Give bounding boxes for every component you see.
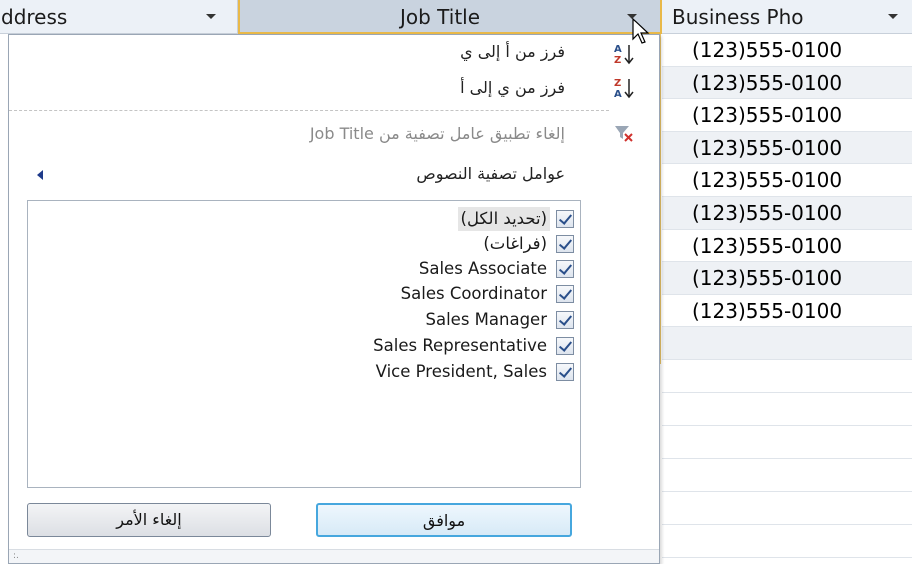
svg-text:Z: Z	[614, 55, 621, 66]
table-cell-empty	[662, 360, 912, 394]
business-phone-column: (123)555-0100 (123)555-0100 (123)555-010…	[662, 34, 912, 559]
checkbox[interactable]	[556, 210, 574, 228]
list-item-select-all[interactable]: (تحديد الكل)	[457, 207, 574, 231]
table-cell[interactable]: (123)555-0100	[662, 164, 912, 197]
clear-filter-item[interactable]: إلغاء تطبيق عامل تصفية من Job Title	[310, 119, 565, 149]
column-header-business-phone[interactable]: Business Pho	[662, 0, 912, 34]
table-cell-new[interactable]	[662, 327, 912, 361]
sort-descending-item[interactable]: فرز من ي إلى أ	[460, 73, 565, 103]
svg-text:A: A	[614, 44, 622, 55]
dropdown-arrow-icon[interactable]	[206, 14, 216, 19]
text-filters-item[interactable]: عوامل تصفية النصوص	[416, 159, 565, 189]
dropdown-arrow-icon[interactable]	[888, 14, 898, 19]
list-item-label: Sales Representative	[373, 336, 547, 355]
column-header-label: Job Title	[399, 5, 481, 29]
column-header-job-title[interactable]: Job Title	[238, 0, 662, 34]
list-item[interactable]: Sales Coordinator	[398, 282, 574, 306]
list-item[interactable]: Vice President, Sales	[373, 360, 574, 384]
column-header-label: ddress	[1, 5, 68, 29]
mouse-cursor-icon	[632, 17, 650, 46]
table-cell-empty	[662, 525, 912, 559]
column-header-label: Business Pho	[672, 5, 804, 29]
list-item-label: (تحديد الكل)	[457, 207, 550, 231]
table-cell[interactable]: (123)555-0100	[662, 294, 912, 328]
cancel-button[interactable]: إلغاء الأمر	[27, 503, 271, 537]
filter-values-list[interactable]: (تحديد الكل) (فراغات) Sales Associate Sa…	[27, 200, 581, 488]
table-cell-empty	[662, 426, 912, 460]
svg-text:Z: Z	[614, 78, 621, 89]
table-cell-empty	[662, 393, 912, 427]
list-item-blanks[interactable]: (فراغات)	[480, 232, 574, 256]
checkbox[interactable]	[556, 235, 574, 253]
column-header-address[interactable]: ddress	[0, 0, 238, 34]
table-cell-empty	[662, 459, 912, 493]
list-item-label: Sales Coordinator	[400, 284, 547, 303]
checkbox[interactable]	[556, 285, 574, 303]
sort-ascending-item[interactable]: فرز من أ إلى ي	[460, 37, 565, 67]
list-item[interactable]: Sales Representative	[370, 334, 574, 358]
grip-icon: :.	[13, 551, 19, 561]
checkbox[interactable]	[556, 337, 574, 355]
list-item[interactable]: Sales Associate	[416, 257, 574, 281]
table-cell[interactable]: (123)555-0100	[662, 66, 912, 100]
sort-z-to-a-icon: Z A	[613, 76, 635, 100]
table-cell[interactable]: (123)555-0100	[662, 34, 912, 67]
list-item[interactable]: Sales Manager	[423, 308, 574, 332]
menu-separator	[9, 110, 609, 111]
list-item-label: Sales Associate	[418, 259, 547, 278]
table-cell[interactable]: (123)555-0100	[662, 196, 912, 230]
filter-popup: A Z فرز من أ إلى ي Z A فرز من ي إلى أ إل…	[8, 34, 660, 564]
checkbox[interactable]	[556, 260, 574, 278]
submenu-arrow-icon	[37, 170, 43, 180]
table-cell[interactable]: (123)555-0100	[662, 131, 912, 165]
table-cell[interactable]: (123)555-0100	[662, 229, 912, 263]
list-item-label: Sales Manager	[425, 310, 548, 329]
table-cell-empty	[662, 492, 912, 526]
resize-grip[interactable]: :.	[9, 549, 659, 563]
checkbox[interactable]	[556, 311, 574, 329]
svg-text:A: A	[614, 89, 622, 100]
table-cell[interactable]: (123)555-0100	[662, 262, 912, 295]
checkbox[interactable]	[556, 363, 574, 381]
clear-filter-icon	[613, 122, 635, 146]
table-cell[interactable]: (123)555-0100	[662, 99, 912, 132]
ok-button[interactable]: موافق	[316, 503, 572, 537]
list-item-label: (فراغات)	[483, 234, 547, 253]
list-item-label: Vice President, Sales	[375, 362, 547, 381]
